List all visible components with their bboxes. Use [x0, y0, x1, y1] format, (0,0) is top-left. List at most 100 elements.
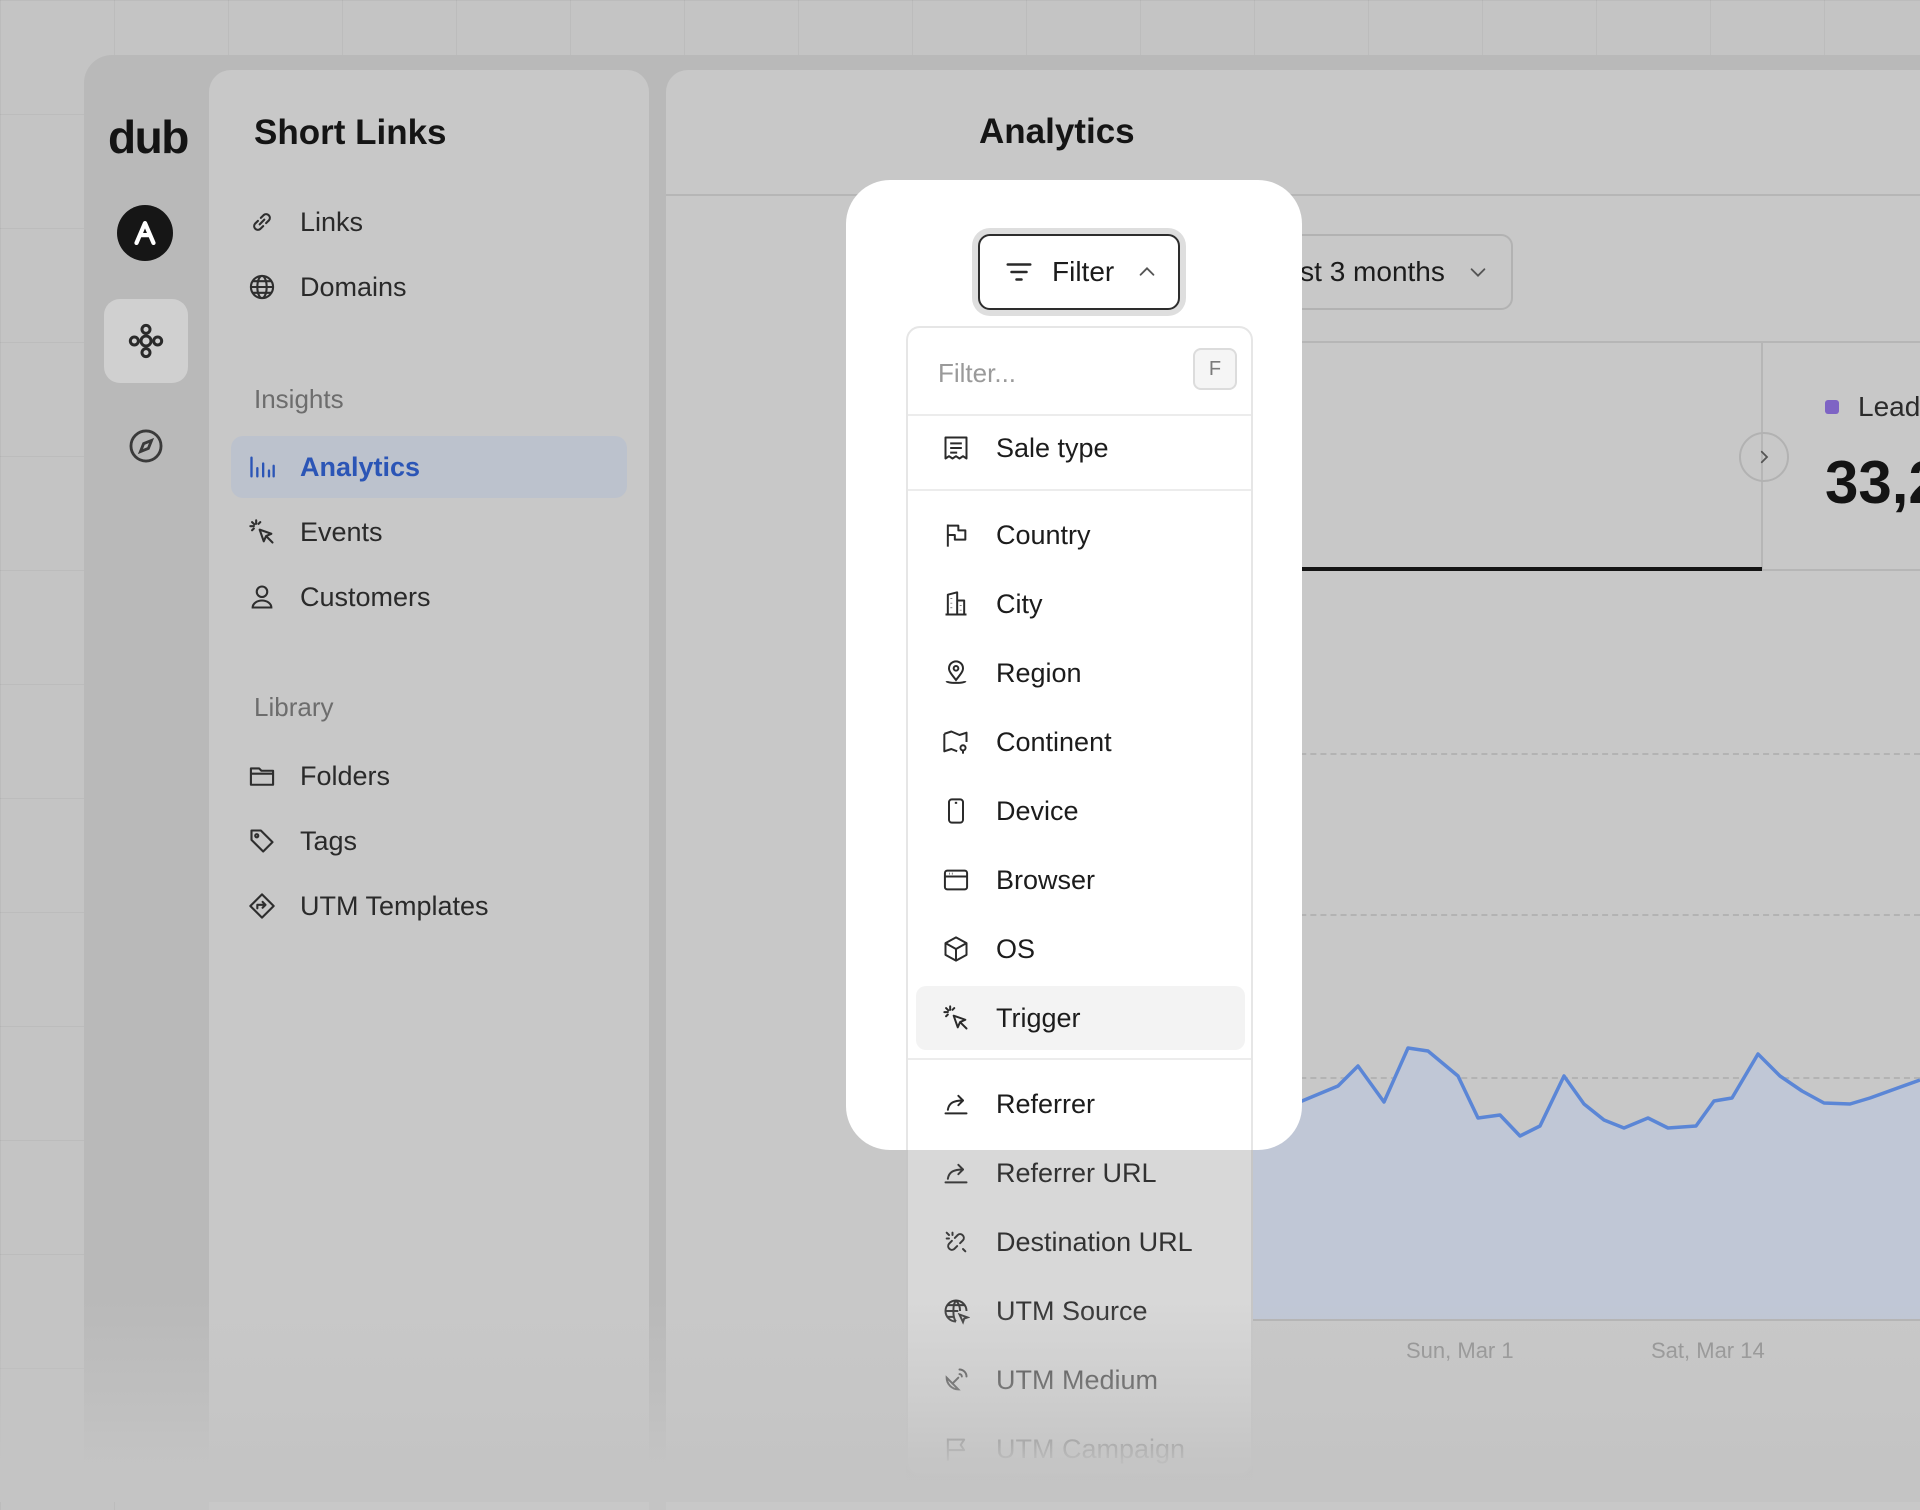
- x-tick-label: Sun, Mar 1: [1406, 1338, 1514, 1363]
- sidebar-item-label: Folders: [300, 760, 391, 791]
- sidebar-title: Short Links: [254, 113, 447, 152]
- filter-option-browser[interactable]: Browser: [916, 848, 1245, 912]
- insights-section-label: Insights: [254, 384, 344, 414]
- filter-option-utm-medium[interactable]: UTM Medium: [916, 1348, 1245, 1412]
- x-tick-label: Sat, Mar 14: [1651, 1338, 1765, 1363]
- next-metric-button[interactable]: [1739, 432, 1789, 482]
- sidebar-item-label: Links: [300, 206, 364, 237]
- link-icon: [245, 205, 279, 239]
- dropdown-separator: [908, 489, 1251, 491]
- bar-chart-icon: [245, 450, 279, 484]
- receipt-icon: [940, 432, 972, 464]
- sidebar-item-events[interactable]: Events: [231, 501, 627, 563]
- stats-card-bottom-border: [1761, 569, 1920, 571]
- sidebar-item-label: Analytics: [300, 451, 421, 482]
- browser-window-icon: [940, 864, 972, 896]
- share-arrow-icon: [940, 1157, 972, 1189]
- folder-icon: [245, 759, 279, 793]
- map-icon: [940, 726, 972, 758]
- satellite-icon: [940, 1364, 972, 1396]
- filter-option-region[interactable]: Region: [916, 641, 1245, 705]
- library-section-label: Library: [254, 692, 334, 722]
- share-arrow-icon: [940, 1088, 972, 1120]
- chart-gridline: [1250, 753, 1920, 755]
- sidebar-item-links[interactable]: Links: [231, 191, 627, 253]
- filter-option-trigger[interactable]: Trigger: [916, 986, 1245, 1050]
- sidebar-item-label: Tags: [300, 825, 358, 856]
- sidebar-item-label: Domains: [300, 271, 407, 302]
- filter-option-label: Browser: [996, 864, 1096, 895]
- filter-option-city[interactable]: City: [916, 572, 1245, 636]
- sidebar-item-analytics[interactable]: Analytics: [231, 436, 627, 498]
- sidebar-item-utm-templates[interactable]: UTM Templates: [231, 875, 627, 937]
- chart-gridline: [1250, 914, 1920, 916]
- dub-logo[interactable]: dub: [108, 110, 189, 164]
- link-broken-icon: [940, 1226, 972, 1258]
- mobile-icon: [940, 795, 972, 827]
- filter-option-utm-source[interactable]: UTM Source: [916, 1279, 1245, 1343]
- sidebar-item-tags[interactable]: Tags: [231, 810, 627, 872]
- filter-option-label: Region: [996, 657, 1082, 688]
- filter-option-label: UTM Campaign: [996, 1433, 1186, 1464]
- sidebar-item-label: UTM Templates: [300, 890, 489, 921]
- keyboard-shortcut-badge: F: [1193, 348, 1237, 390]
- cube-icon: [940, 933, 972, 965]
- filter-option-label: Device: [996, 795, 1079, 826]
- filter-lines-icon: [1004, 257, 1034, 287]
- chart-area: [1250, 1048, 1920, 1320]
- analytics-chart: [1250, 1046, 1920, 1320]
- filter-option-label: Sale type: [996, 432, 1109, 463]
- chevron-right-icon: [1760, 450, 1769, 464]
- filter-option-label: UTM Source: [996, 1295, 1148, 1326]
- app-rail: [84, 55, 209, 1495]
- filter-option-continent[interactable]: Continent: [916, 710, 1245, 774]
- chart-x-axis: [1250, 1319, 1920, 1321]
- leads-label[interactable]: Leads: [1858, 391, 1920, 423]
- tag-icon: [245, 824, 279, 858]
- user-icon: [245, 580, 279, 614]
- flag-icon: [940, 1433, 972, 1465]
- filter-option-label: Referrer URL: [996, 1157, 1157, 1188]
- sidebar-item-folders[interactable]: Folders: [231, 745, 627, 807]
- map-pin-icon: [940, 657, 972, 689]
- sidebar-item-domains[interactable]: Domains: [231, 256, 627, 318]
- nodes-icon: [128, 323, 164, 359]
- page-title: Analytics: [979, 112, 1135, 151]
- discover-button[interactable]: [124, 424, 168, 468]
- filter-option-label: Continent: [996, 726, 1112, 757]
- filter-dropdown: Filter... F Sale type Country City Regio…: [906, 326, 1253, 1476]
- compass-icon: [129, 429, 163, 463]
- filter-option-utm-campaign[interactable]: UTM Campaign: [916, 1417, 1245, 1474]
- sidebar-item-label: Customers: [300, 581, 431, 612]
- short-links-product-button[interactable]: [104, 299, 188, 383]
- filter-option-referrer-url[interactable]: Referrer URL: [916, 1141, 1245, 1205]
- filter-option-label: City: [996, 588, 1043, 619]
- sidebar-item-label: Events: [300, 516, 383, 547]
- filter-option-label: OS: [996, 933, 1036, 964]
- dropdown-separator: [908, 1058, 1251, 1060]
- filter-option-os[interactable]: OS: [916, 917, 1245, 981]
- chevron-down-icon: [1467, 261, 1489, 283]
- header-divider: [666, 194, 1920, 196]
- filter-option-label: Trigger: [996, 1002, 1081, 1033]
- sidebar-item-customers[interactable]: Customers: [231, 566, 627, 628]
- filter-option-label: Country: [996, 519, 1091, 550]
- filter-label: Filter: [1052, 256, 1115, 287]
- leads-legend-dot: [1825, 400, 1839, 414]
- filter-option-referrer[interactable]: Referrer: [916, 1072, 1245, 1136]
- diamond-arrow-icon: [245, 889, 279, 923]
- active-tab-underline: [1250, 567, 1762, 571]
- cursor-rays-icon: [245, 515, 279, 549]
- cursor-rays-icon: [940, 1002, 972, 1034]
- flag-icon: [940, 519, 972, 551]
- filter-option-sale-type[interactable]: Sale type: [916, 416, 1245, 480]
- filter-button[interactable]: Filter: [978, 234, 1180, 310]
- filter-option-label: Destination URL: [996, 1226, 1193, 1257]
- filter-search[interactable]: Filter... F: [908, 328, 1251, 416]
- filter-option-device[interactable]: Device: [916, 779, 1245, 843]
- globe-icon: [245, 270, 279, 304]
- filter-option-destination-url[interactable]: Destination URL: [916, 1210, 1245, 1274]
- workspace-avatar[interactable]: [117, 205, 173, 261]
- filter-option-country[interactable]: Country: [916, 503, 1245, 567]
- filter-option-label: UTM Medium: [996, 1364, 1159, 1395]
